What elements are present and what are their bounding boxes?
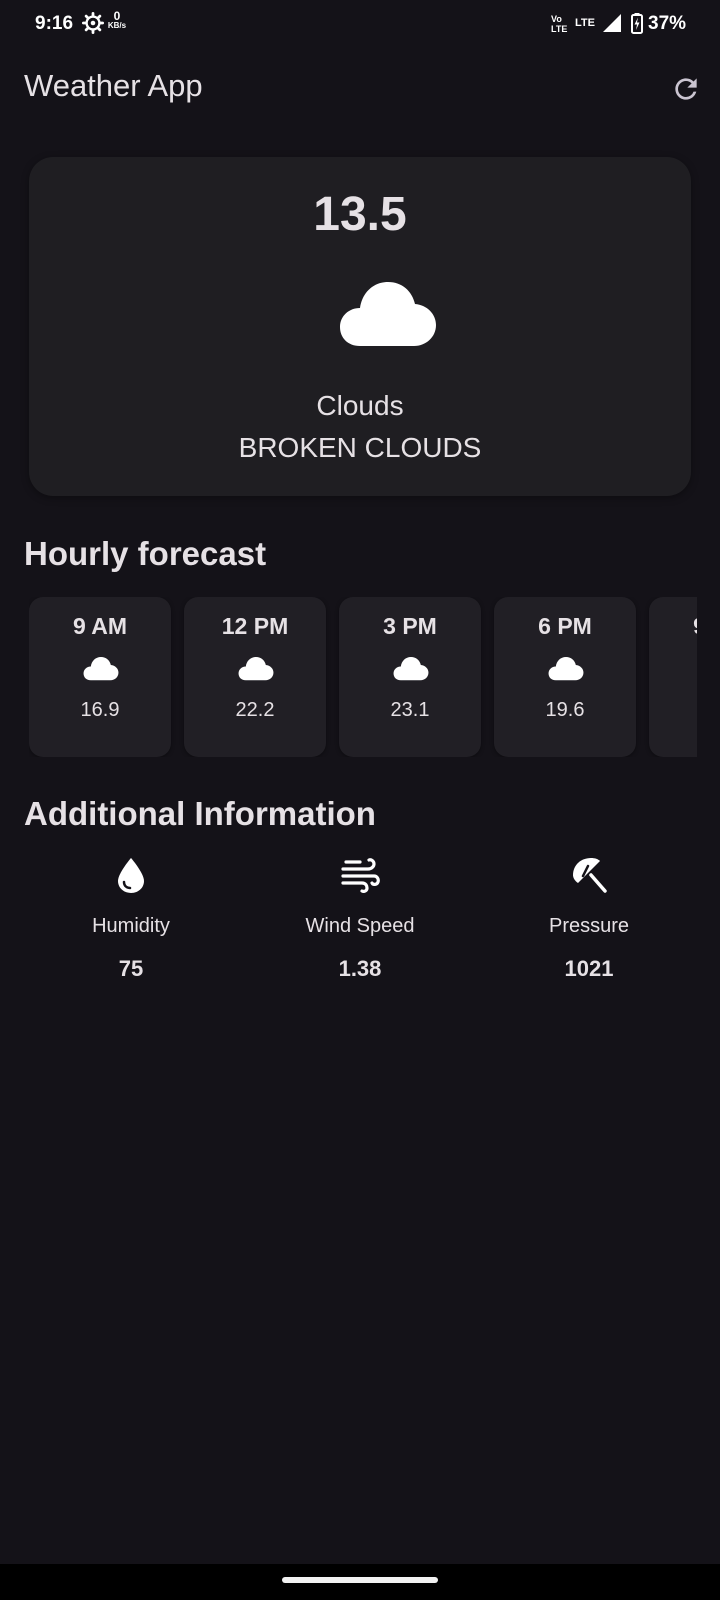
battery-charging-icon [631, 13, 643, 34]
hourly-forecast-title: Hourly forecast [24, 535, 267, 572]
wind-speed-label: Wind Speed [305, 915, 415, 937]
cloud-icon [83, 657, 119, 681]
current-temperature: 13.5 [313, 188, 407, 241]
network-speed-unit: KB/s [107, 21, 127, 30]
humidity-info: Humidity 75 [21, 855, 241, 982]
network-type: LTE [575, 17, 595, 29]
current-description: BROKEN CLOUDS [238, 432, 482, 463]
hourly-temperature: 23.1 [390, 699, 430, 721]
hourly-card: 9 AM 16.9 [29, 597, 171, 757]
hourly-card: 6 PM 19.6 [494, 597, 636, 757]
volte-indicator: Vo LTE [551, 14, 567, 34]
pressure-label: Pressure [548, 915, 630, 937]
hourly-card: 12 PM 22.2 [184, 597, 326, 757]
humidity-label: Humidity [92, 915, 170, 937]
hourly-card: 9 PM [649, 597, 697, 757]
wind-icon [341, 858, 380, 893]
wind-speed-value: 1.38 [338, 956, 382, 981]
hourly-time: 9 PM [649, 613, 697, 640]
hourly-temperature: 16.9 [80, 699, 120, 721]
cloud-icon [238, 657, 274, 681]
water-drop-icon [118, 858, 144, 893]
hourly-time: 3 PM [383, 613, 437, 639]
signal-icon [603, 14, 621, 32]
pressure-info: Pressure 1021 [479, 855, 699, 982]
current-condition: Clouds [316, 390, 404, 421]
current-weather-card: 13.5 Clouds BROKEN CLOUDS [29, 157, 691, 496]
hourly-card: 3 PM 23.1 [339, 597, 481, 757]
hourly-time: 9 AM [72, 613, 128, 639]
humidity-value: 75 [118, 956, 144, 981]
cloud-icon [393, 657, 429, 681]
network-speed-value: 0 [113, 9, 121, 23]
hourly-temperature: 22.2 [235, 699, 275, 721]
wind-speed-info: Wind Speed 1.38 [250, 855, 470, 982]
settings-gear-icon [82, 12, 104, 34]
app-title: Weather App [24, 68, 203, 103]
volte-bottom: LTE [551, 24, 568, 34]
navigation-bar [0, 1564, 720, 1600]
hourly-time: 12 PM [221, 613, 289, 639]
hourly-forecast-list[interactable]: 9 AM 16.9 12 PM 22.2 3 PM 23.1 6 PM 19.6… [29, 597, 697, 757]
hourly-temperature: 19.6 [545, 699, 585, 721]
network-speed: 0 KB/s [106, 9, 128, 31]
umbrella-icon [573, 858, 607, 893]
battery-percent: 37% [648, 13, 687, 34]
hourly-time: 6 PM [538, 613, 592, 639]
status-bar: 9:16 0 KB/s Vo LTE LTE 37% [0, 0, 720, 50]
additional-info-title: Additional Information [24, 795, 376, 832]
cloud-icon [340, 282, 436, 346]
cloud-icon [548, 657, 584, 681]
pressure-value: 1021 [564, 956, 614, 981]
refresh-icon[interactable] [670, 73, 702, 105]
status-time: 9:16 [35, 13, 74, 34]
volte-top: Vo [551, 14, 562, 24]
home-gesture-handle[interactable] [282, 1577, 438, 1583]
